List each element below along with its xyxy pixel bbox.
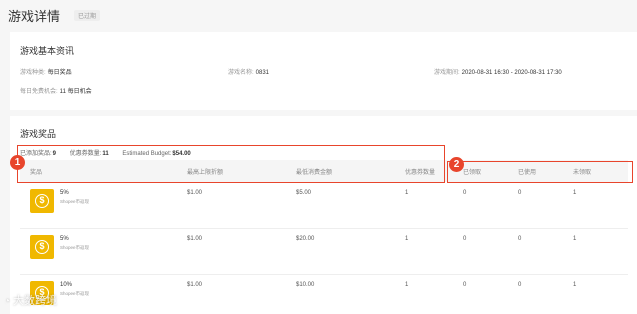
max-discount-cell: $1.00	[187, 282, 203, 288]
col-voucher-quantity: 优惠券数量	[405, 170, 436, 176]
claimed-cell: 0	[463, 236, 467, 242]
col-used: 已使用	[518, 170, 537, 176]
game-period-field: 游戏期间: 2020-08-31 16:30 - 2020-08-31 17:30	[434, 67, 562, 76]
game-period-value: 2020-08-31 16:30 - 2020-08-31 17:30	[461, 70, 562, 76]
claimed-cell: 0	[463, 282, 467, 288]
col-min-spend: 最低消费金额	[296, 170, 333, 176]
prize-name: 5%	[60, 190, 69, 196]
min-spend-cell: $20.00	[296, 236, 315, 242]
basic-info-card: 游戏基本资讯 游戏种类: 每日奖品 游戏名称: 0831 游戏期间: 2020-08-…	[10, 32, 637, 110]
prize-name: 5%	[60, 236, 69, 242]
daily-chances-label: 每日免费机会:	[20, 89, 58, 95]
table-row: $ 5% Shopee币返现 $1.00 $5.00 1 0 0 1	[20, 183, 628, 229]
prize-name: 10%	[60, 282, 73, 288]
quantity-cell: 1	[405, 236, 409, 242]
prize-subtitle: Shopee币返现	[60, 199, 90, 204]
status-badge: 已过期	[74, 9, 101, 21]
prizes-title: 游戏奖品	[20, 129, 57, 139]
game-period-label: 游戏期间:	[434, 70, 460, 76]
col-max-discount: 最高上限折额	[187, 170, 224, 176]
annotation-marker-1: 1	[10, 155, 25, 170]
game-type-field: 游戏种类: 每日奖品	[20, 67, 72, 76]
prize-subtitle: Shopee币返现	[60, 291, 90, 296]
daily-chances-field: 每日免费机会: 11 每日机会	[20, 86, 92, 95]
basic-info-title: 游戏基本资讯	[20, 46, 75, 56]
unclaimed-cell: 1	[573, 282, 577, 288]
prize-subtitle: Shopee币返现	[60, 245, 90, 250]
annotation-marker-2: 2	[449, 157, 464, 172]
added-prizes-label: 已添加奖品:	[20, 151, 52, 157]
quantity-cell: 1	[405, 282, 409, 288]
table-row: $ 5% Shopee币返现 $1.00 $20.00 1 0 0 1	[20, 229, 628, 275]
unclaimed-cell: 1	[573, 190, 577, 196]
claimed-cell: 0	[463, 190, 467, 196]
min-spend-cell: $5.00	[296, 190, 312, 196]
quantity-cell: 1	[405, 190, 409, 196]
max-discount-cell: $1.00	[187, 190, 203, 196]
unclaimed-cell: 1	[573, 236, 577, 242]
col-claimed: 已领取	[463, 170, 482, 176]
col-prize: 奖品	[30, 170, 43, 176]
budget-value: $54.00	[172, 151, 191, 157]
prize-table-header: 奖品 最高上限折额 最低消费金额 优惠券数量 已领取 已使用 未领取	[20, 160, 628, 182]
prizes-card: 游戏奖品 已添加奖品:9 优惠券数量:11 Estimated Budget:$…	[10, 116, 637, 314]
page-header: 游戏详情 已过期	[0, 0, 637, 30]
game-name-value: 0831	[255, 70, 270, 76]
coin-icon: $	[30, 189, 54, 213]
budget-label: Estimated Budget:	[122, 151, 172, 157]
game-type-value: 每日奖品	[47, 70, 72, 76]
prize-summary: 已添加奖品:9 优惠券数量:11 Estimated Budget:$54.00	[20, 148, 203, 157]
page-title: 游戏详情	[8, 8, 61, 24]
weibo-icon: ◔	[4, 296, 11, 307]
game-type-label: 游戏种类:	[20, 70, 46, 76]
voucher-count-value: 11	[102, 151, 109, 157]
min-spend-cell: $10.00	[296, 282, 315, 288]
game-name-label: 游戏名称:	[228, 70, 254, 76]
used-cell: 0	[518, 190, 522, 196]
table-row: $ 10% Shopee币返现 $1.00 $10.00 1 0 0 1	[20, 275, 628, 314]
daily-chances-value: 11 每日机会	[59, 89, 92, 95]
used-cell: 0	[518, 282, 522, 288]
used-cell: 0	[518, 236, 522, 242]
voucher-count-label: 优惠券数量:	[69, 151, 102, 157]
col-unclaimed: 未领取	[573, 170, 592, 176]
added-prizes-value: 9	[52, 151, 57, 157]
watermark-text: 大数跨境	[13, 295, 58, 307]
game-name-field: 游戏名称: 0831	[228, 67, 269, 76]
max-discount-cell: $1.00	[187, 236, 203, 242]
watermark: ◔ 大数跨境	[4, 292, 57, 308]
coin-icon: $	[30, 235, 54, 259]
